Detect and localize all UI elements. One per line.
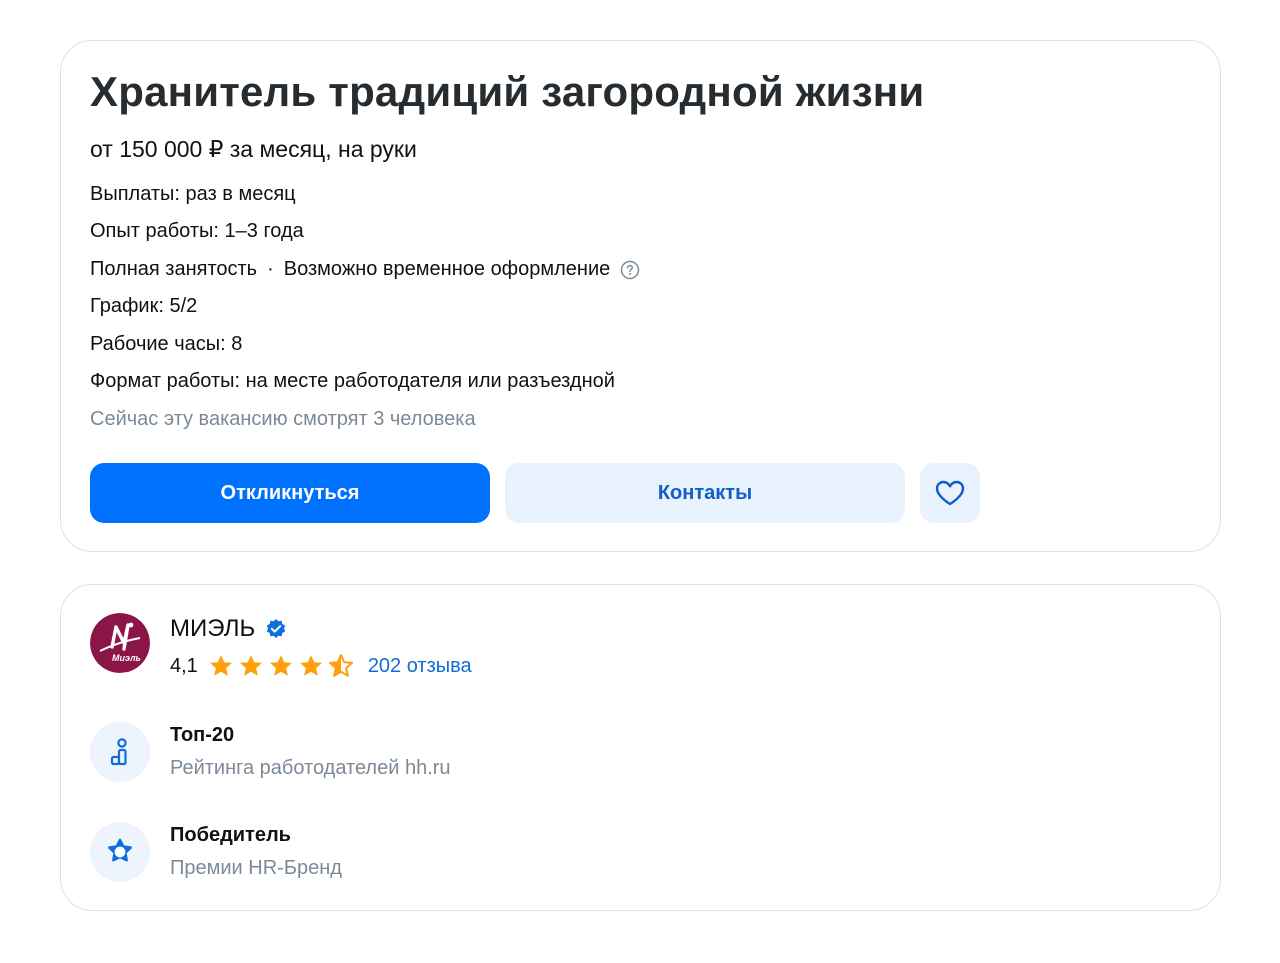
schedule-info: График: 5/2: [90, 295, 198, 317]
award-title: Победитель: [170, 824, 291, 846]
vacancy-salary: от 150 000 ₽ за месяц, на руки: [90, 136, 417, 162]
star-icon: [269, 655, 292, 676]
ranking-icon: [110, 738, 127, 766]
hours-info: Рабочие часы: 8: [90, 333, 243, 355]
badge-icon: [108, 838, 132, 862]
favorite-button[interactable]: [920, 463, 980, 523]
rating-value: 4,1: [170, 654, 198, 677]
award-subtitle: Премии HR-Бренд: [170, 857, 342, 879]
award-title: Топ-20: [170, 724, 235, 746]
question-icon[interactable]: [620, 260, 640, 280]
payments-info: Выплаты: раз в месяц: [90, 183, 296, 205]
employment-separator: ·: [267, 258, 274, 280]
award-top20: [90, 722, 150, 782]
heart-icon: [935, 480, 965, 506]
star-icon: [239, 655, 262, 676]
contacts-button[interactable]: Контакты: [505, 463, 905, 523]
star-icon: [209, 655, 232, 676]
work-format-info: Формат работы: на месте работодателя или…: [90, 370, 615, 392]
company-logo[interactable]: Миэль: [90, 613, 150, 673]
company-name[interactable]: МИЭЛЬ: [170, 615, 287, 643]
employment-extra: Возможно временное оформление: [283, 258, 611, 280]
vacancy-card: Хранитель традиций загородной жизни от 1…: [60, 40, 1221, 552]
viewers-info: Сейчас эту вакансию смотрят 3 человека: [90, 408, 476, 430]
award-winner: [90, 822, 150, 882]
experience-info: Опыт работы: 1–3 года: [90, 220, 304, 242]
company-name-label: МИЭЛЬ: [170, 615, 256, 642]
employment-info: Полная занятость · Возможно временное оф…: [90, 258, 640, 281]
employment-type: Полная занятость: [90, 258, 258, 280]
employer-card: Миэль МИЭЛЬ 4,1 202 отзыва Топ-20 Рейтин…: [60, 584, 1221, 911]
half-star-icon: [328, 654, 353, 677]
rating-stars: [208, 653, 354, 679]
verified-icon: [267, 619, 286, 638]
apply-button[interactable]: Откликнуться: [90, 463, 490, 523]
star-icon: [299, 655, 322, 676]
vacancy-title: Хранитель традиций загородной жизни: [90, 68, 925, 115]
logo-text: Миэль: [112, 653, 141, 663]
award-subtitle: Рейтинга работодателей hh.ru: [170, 757, 451, 779]
rating-row: 4,1 202 отзыва: [170, 653, 472, 679]
reviews-link[interactable]: 202 отзыва: [368, 655, 472, 678]
